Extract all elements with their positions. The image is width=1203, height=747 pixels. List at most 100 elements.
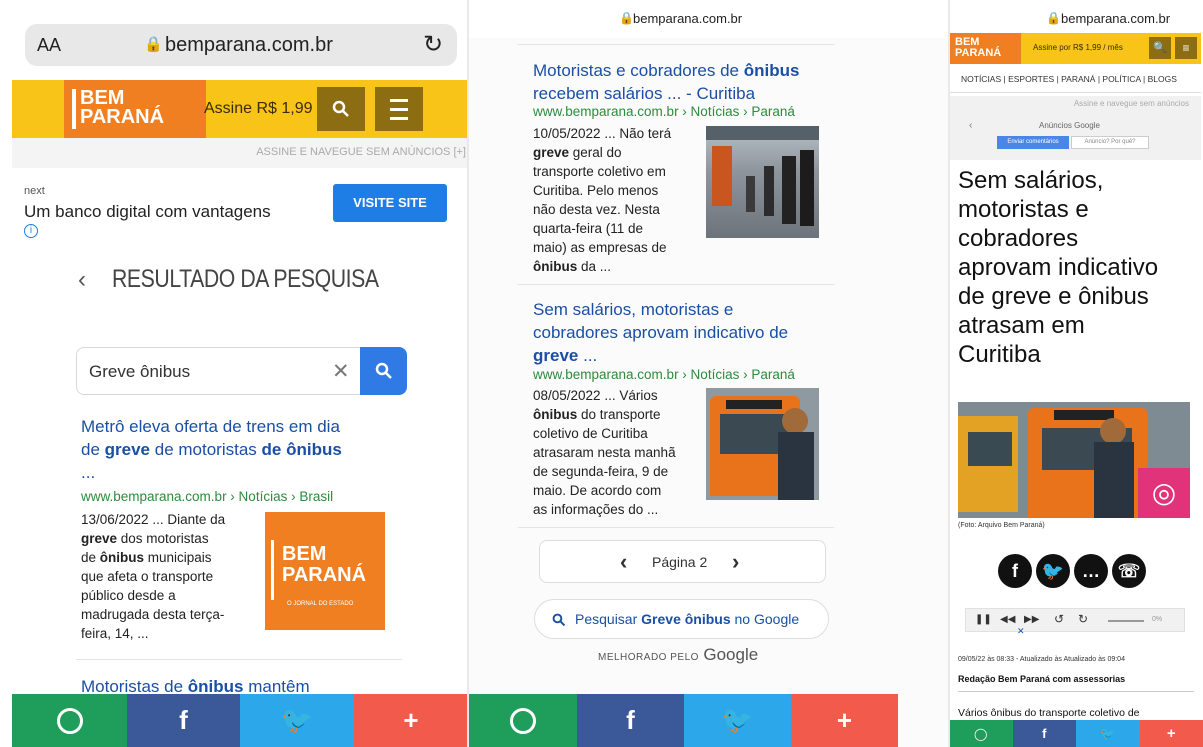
text-size-button[interactable]: AA	[37, 35, 61, 56]
photo-caption: (Foto: Arquivo Bem Paraná)	[958, 522, 1045, 529]
result-url: www.bemparana.com.br › Notícias › Paraná	[533, 104, 795, 119]
result-title-link[interactable]: Sem salários, motoristas e cobradores ap…	[533, 298, 788, 367]
ad-free-link[interactable]: Assine e navegue sem anúncios	[1074, 99, 1189, 108]
audio-progress[interactable]	[1108, 620, 1144, 622]
site-logo[interactable]: BEM PARANÁ	[64, 80, 206, 138]
panel-separator	[948, 0, 950, 747]
result-title-link[interactable]: Motoristas e cobradores de ônibus recebe…	[533, 59, 799, 105]
main-nav[interactable]: NOTÍCIAS | ESPORTES | PARANÁ | POLÍTICA …	[961, 74, 1177, 84]
url-domain: bemparana.com.br	[1061, 11, 1171, 26]
facebook-share-button[interactable]: f	[577, 694, 684, 747]
more-share-button[interactable]: +	[791, 694, 898, 747]
thumb-line1: BEM	[282, 543, 327, 565]
thumb-line2: PARANÁ	[282, 564, 367, 586]
ad-free-bar: ASSINE E NAVEGUE SEM ANÚNCIOS [+]	[12, 138, 468, 168]
enhanced-by: MELHORADO PELO Google	[598, 645, 759, 664]
whatsapp-share-button[interactable]	[12, 694, 127, 747]
menu-button[interactable]	[375, 87, 423, 131]
url-domain: bemparana.com.br	[165, 34, 333, 56]
facebook-icon: f	[1042, 726, 1047, 741]
ad-feedback-button[interactable]: Enviar comentários	[997, 136, 1069, 149]
result-title-link[interactable]: Metrô eleva oferta de trens em dia de gr…	[81, 415, 391, 484]
pagination: ‹ Página 2 ›	[539, 540, 826, 583]
forward-icon[interactable]: ↻	[1078, 612, 1088, 626]
ad-free-link[interactable]: ASSINE E NAVEGUE SEM ANÚNCIOS [+]	[256, 146, 466, 158]
search-icon	[375, 362, 392, 379]
more-share-button[interactable]: +	[354, 694, 468, 747]
subscribe-link[interactable]: Assine por R$ 1,99 / mês	[1033, 43, 1123, 52]
result-thumbnail[interactable]: BEM PARANÁ O JORNAL DO ESTADO	[265, 512, 385, 630]
facebook-share-button[interactable]: f	[127, 694, 240, 747]
menu-button[interactable]: ≡	[1175, 37, 1197, 59]
site-header: BEM PARANÁ Assine R$ 1,99	[12, 80, 468, 138]
divider	[518, 527, 834, 528]
ad-sponsor: next	[24, 185, 45, 197]
logo-line2: PARANÁ	[955, 47, 1002, 59]
fast-forward-icon[interactable]: ▶▶	[1024, 614, 1039, 625]
twitter-share-button[interactable]: 🐦	[684, 694, 791, 747]
whatsapp-share-button[interactable]	[468, 694, 577, 747]
article-meta: 09/05/22 às 08:33 - Atualizado às Atuali…	[958, 656, 1125, 663]
search-submit-button[interactable]	[360, 347, 407, 395]
instagram-icon[interactable]: ◎	[1138, 468, 1190, 518]
bus-station-photo[interactable]	[706, 126, 819, 238]
result-url: www.bemparana.com.br › Notícias › Paraná	[533, 367, 795, 382]
divider	[76, 659, 402, 660]
share-icons: f 🐦 … ☏	[998, 554, 1146, 588]
search-icon	[552, 613, 566, 627]
facebook-icon[interactable]: f	[998, 554, 1032, 588]
article-lede: Vários ônibus do transporte coletivo de	[958, 707, 1140, 719]
rewind-icon[interactable]: ◀◀	[1000, 614, 1015, 625]
more-share-button[interactable]: +	[1139, 720, 1203, 747]
search-button[interactable]	[317, 87, 365, 131]
messenger-icon[interactable]: …	[1074, 554, 1108, 588]
close-icon[interactable]: ✕	[1017, 626, 1025, 637]
replay-icon[interactable]: ↺	[1054, 612, 1064, 626]
twitter-icon: 🐦	[721, 705, 754, 735]
whatsapp-share-button[interactable]: ◯	[949, 720, 1013, 747]
twitter-share-button[interactable]: 🐦	[1076, 720, 1140, 747]
audio-player: ❚❚ ◀◀ ▶▶ ↺ ↻ 0%	[965, 608, 1185, 632]
adchoices-icon[interactable]: i	[24, 224, 38, 238]
plus-icon: +	[1166, 725, 1176, 742]
twitter-icon: 🐦	[280, 705, 314, 735]
address-bar[interactable]: AA 🔒 bemparana.com.br ↻	[25, 24, 457, 66]
next-page-icon[interactable]: ›	[732, 549, 739, 575]
google-search-link[interactable]: Pesquisar Greve ônibus no Google	[534, 599, 829, 639]
back-chevron-icon[interactable]: ‹	[78, 266, 86, 294]
divider	[518, 284, 834, 285]
ad-visit-button[interactable]: VISITE SITE	[333, 184, 447, 222]
divider	[949, 92, 1201, 93]
bus-photo[interactable]	[706, 388, 819, 500]
whatsapp-icon: ◯	[974, 726, 988, 741]
ad-why-button[interactable]: Anúncio? Por quê?	[1071, 136, 1149, 149]
search-input[interactable]: Greve ônibus	[89, 362, 190, 382]
search-results-panel: AA 🔒 bemparana.com.br ↻ BEM PARANÁ Assin…	[0, 0, 468, 747]
result-snippet: 08/05/2022 ... Vários ônibus do transpor…	[533, 388, 676, 517]
google-search-label: Pesquisar Greve ônibus no Google	[575, 611, 800, 627]
page-label: Página 2	[652, 554, 708, 570]
twitter-icon[interactable]: 🐦	[1036, 554, 1070, 588]
whatsapp-icon	[56, 707, 83, 734]
reload-icon[interactable]: ↻	[423, 30, 443, 59]
facebook-share-button[interactable]: f	[1012, 720, 1076, 747]
prev-page-icon[interactable]: ‹	[620, 549, 627, 575]
url-header: 🔒 bemparana.com.br	[468, 0, 949, 38]
whatsapp-icon[interactable]: ☏	[1112, 554, 1146, 588]
site-header: BEM PARANÁ Assine por R$ 1,99 / mês 🔍 ≡	[949, 33, 1201, 64]
subscribe-link[interactable]: Assine R$ 1,99	[204, 100, 313, 118]
ad-text: Um banco digital com vantagens	[24, 202, 271, 221]
article-headline: Sem salários, motoristas e cobradores ap…	[958, 167, 1159, 368]
google-logo: Google	[703, 645, 759, 664]
result-snippet: 13/06/2022 ... Diante da greve dos motor…	[81, 512, 226, 641]
clear-icon[interactable]: ✕	[332, 359, 350, 384]
plus-icon: +	[403, 705, 419, 735]
site-logo[interactable]: BEM PARANÁ	[949, 33, 1021, 64]
lock-icon: 🔒	[144, 36, 163, 53]
search-button[interactable]: 🔍	[1149, 37, 1171, 59]
ad-back-icon[interactable]: ‹	[969, 120, 972, 131]
ad-banner[interactable]: next Um banco digital com vantagens VISI…	[12, 168, 468, 240]
article-photo[interactable]: ◎	[958, 402, 1190, 518]
pause-icon[interactable]: ❚❚	[975, 614, 992, 625]
twitter-share-button[interactable]: 🐦	[240, 694, 354, 747]
